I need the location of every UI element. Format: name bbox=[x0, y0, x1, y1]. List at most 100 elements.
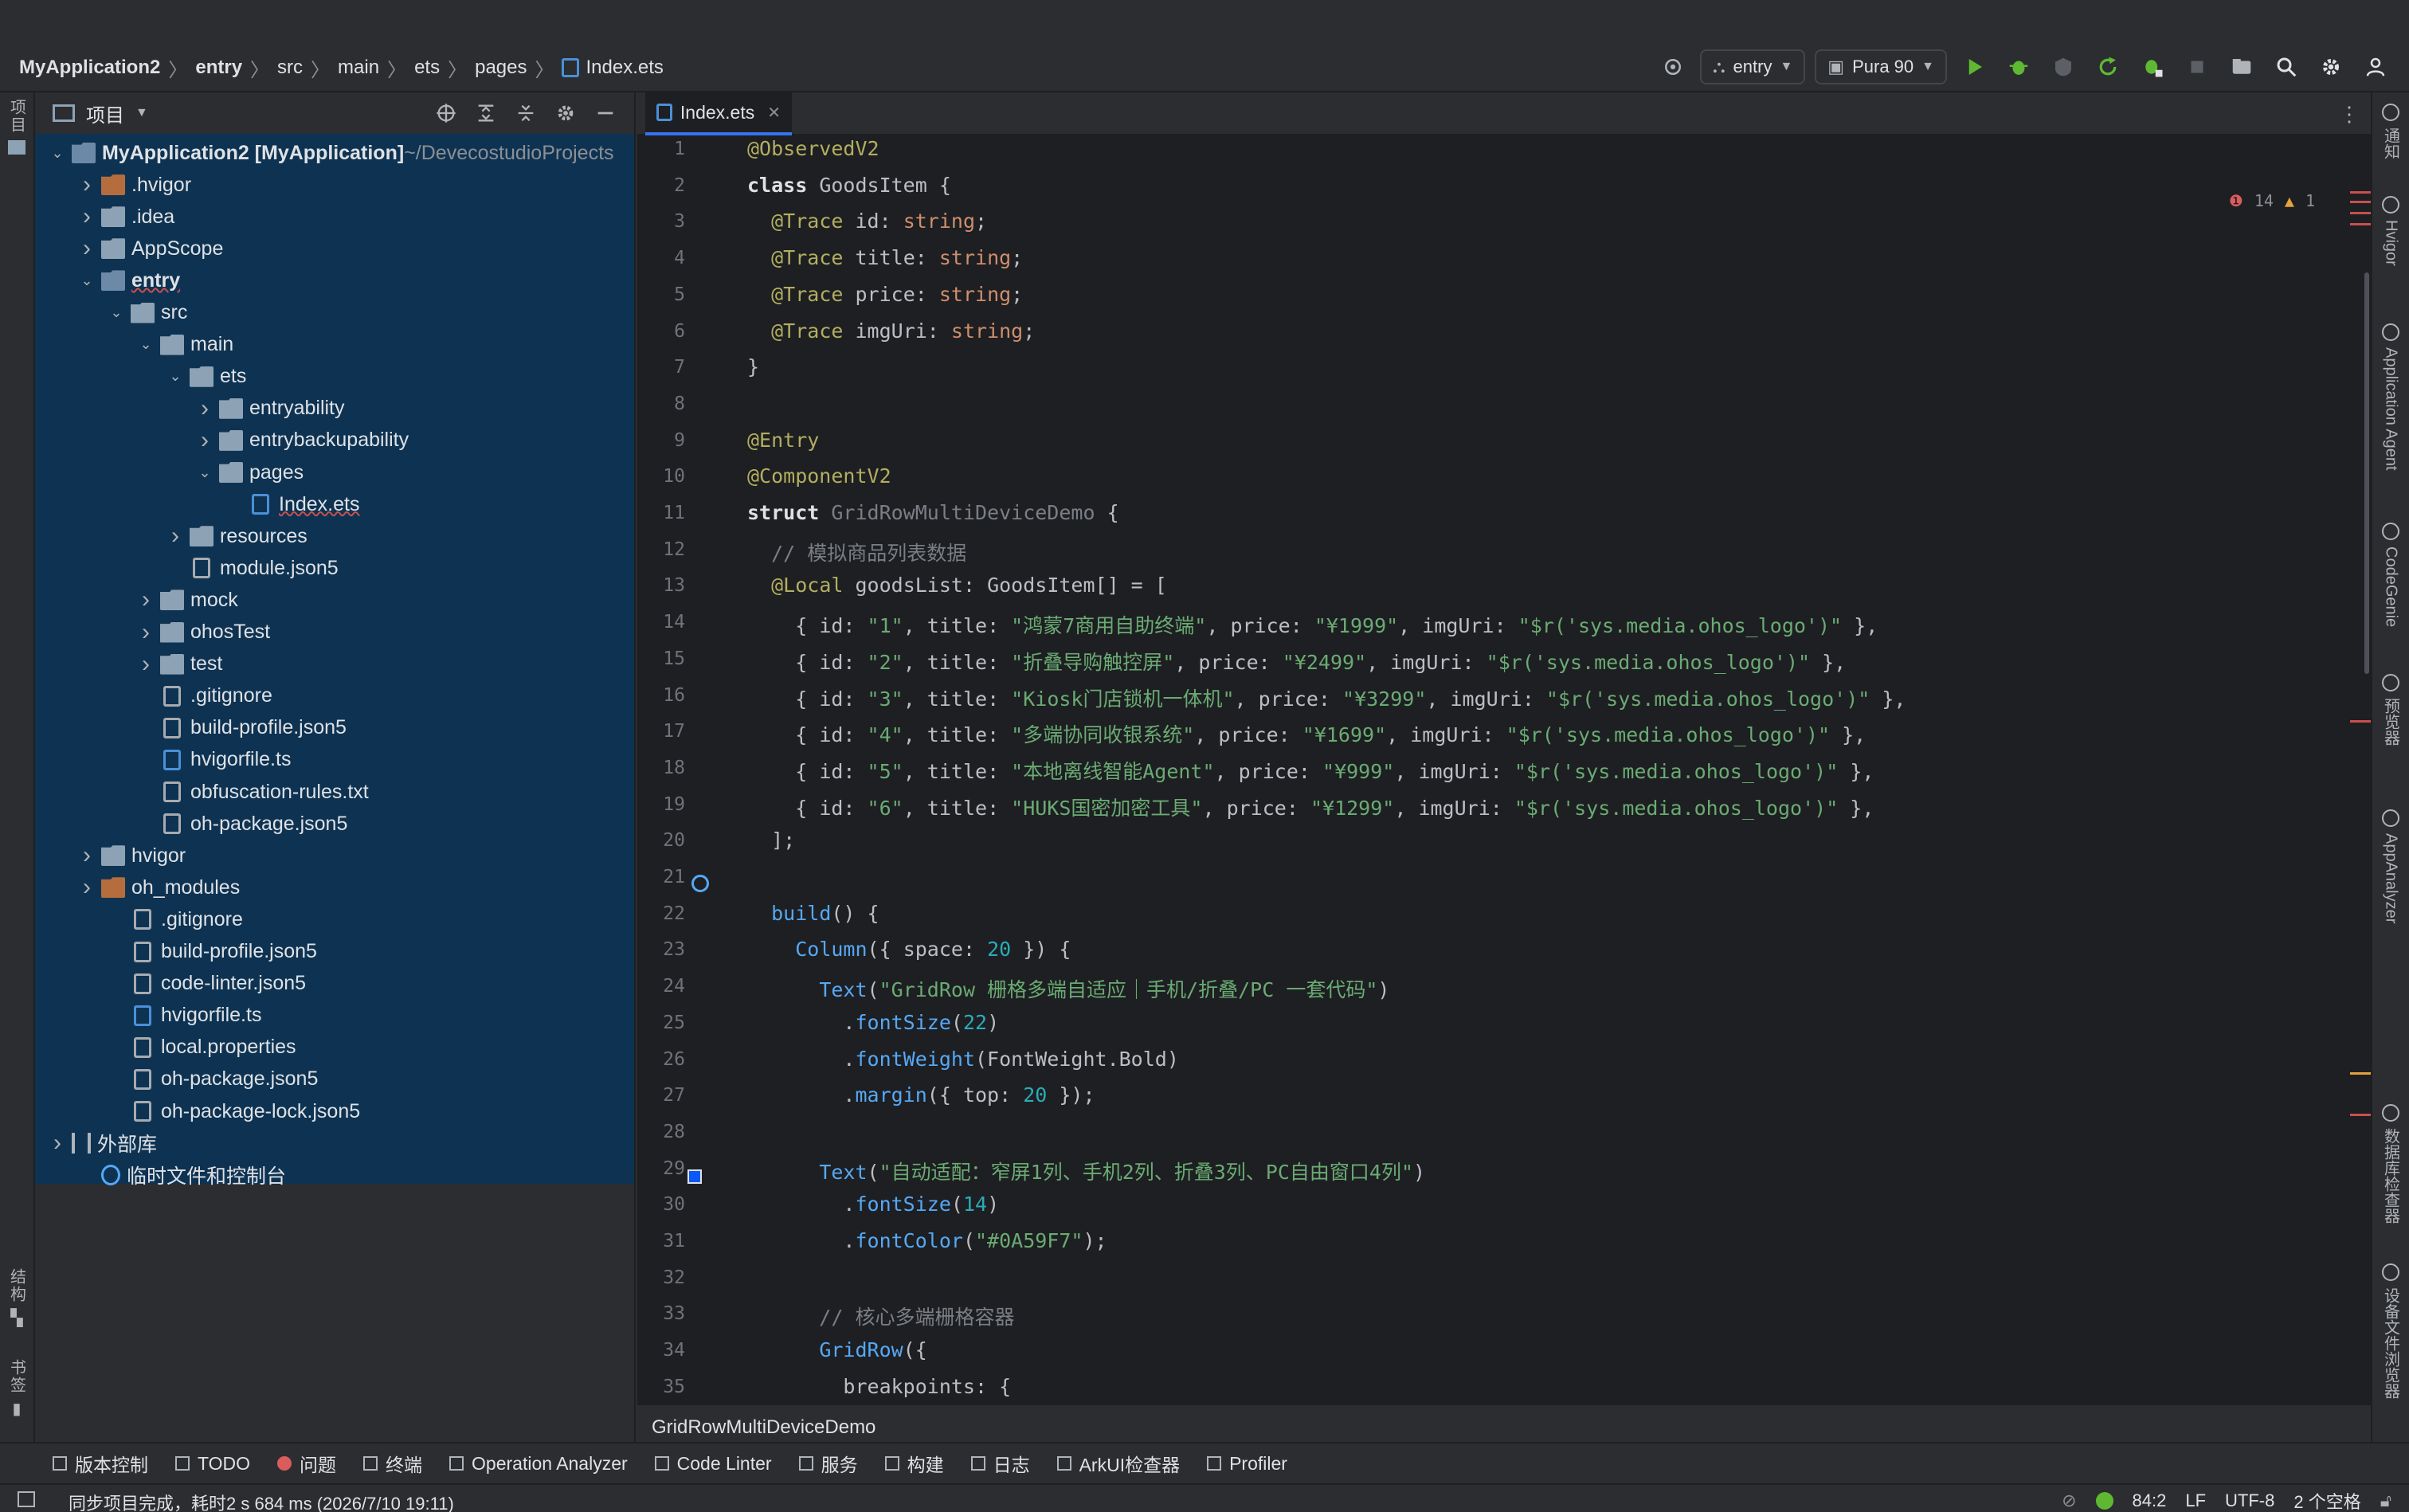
chevron-down-icon[interactable]: ▼ bbox=[135, 106, 148, 120]
tree-item[interactable]: ⌄ src bbox=[35, 297, 634, 329]
debug-button[interactable] bbox=[2001, 49, 2036, 84]
chevron-down-icon[interactable]: ⌄ bbox=[136, 336, 155, 353]
chevron-down-icon[interactable]: ⌄ bbox=[195, 464, 214, 481]
tree-item[interactable]: ⌄ pages bbox=[35, 456, 634, 488]
code-line[interactable]: @ComponentV2 bbox=[747, 464, 891, 488]
minimize-icon[interactable] bbox=[594, 102, 617, 124]
bottom-tool-button[interactable]: ArkUI检查器 bbox=[1056, 1450, 1180, 1477]
tree-item[interactable]: › hvigor bbox=[35, 840, 634, 872]
tree-item[interactable]: ⌄ ets bbox=[35, 361, 634, 393]
tree-item[interactable]: › oh_modules bbox=[35, 872, 634, 903]
breadcrumb-item[interactable]: src bbox=[277, 57, 303, 79]
code-line[interactable]: } bbox=[747, 355, 759, 378]
breadcrumb-item[interactable]: Index.ets bbox=[586, 57, 663, 79]
code-line[interactable]: .fontWeight(FontWeight.Bold) bbox=[747, 1048, 1179, 1071]
code-line[interactable]: build() { bbox=[747, 902, 879, 925]
chevron-down-icon[interactable]: ⌄ bbox=[77, 272, 96, 289]
tree-item[interactable]: ⌄ MyApplication2 [MyApplication] ~/Deveco… bbox=[35, 137, 634, 169]
bookmarks-tool-button[interactable]: 书签 ▮ bbox=[0, 1359, 33, 1419]
code-line[interactable]: Text("GridRow 栅格多端自适应｜手机/折叠/PC 一套代码") bbox=[747, 974, 1389, 1003]
chevron-right-icon[interactable]: › bbox=[77, 203, 96, 230]
tree-item[interactable]: 临时文件和控制台 bbox=[35, 1159, 634, 1191]
chevron-right-icon[interactable]: › bbox=[77, 874, 96, 901]
code-line[interactable]: @Local goodsList: GoodsItem[] = [ bbox=[747, 574, 1167, 597]
chevron-right-icon[interactable]: › bbox=[195, 427, 214, 454]
right-tool-button[interactable]: Hvigor bbox=[2372, 196, 2409, 266]
chevron-right-icon[interactable]: › bbox=[77, 235, 96, 262]
code-line[interactable]: @Trace imgUri: string; bbox=[747, 319, 1035, 343]
code-line[interactable]: { id: "3", title: "Kiosk门店锁机一体机", price:… bbox=[747, 684, 1906, 712]
layout-icon[interactable] bbox=[18, 1491, 35, 1507]
tree-item[interactable]: › .hvigor bbox=[35, 169, 634, 201]
tree-item[interactable]: hvigorfile.ts bbox=[35, 1000, 634, 1032]
tree-item[interactable]: build-profile.json5 bbox=[35, 936, 634, 968]
tree-item[interactable]: › AppScope bbox=[35, 233, 634, 264]
chevron-down-icon[interactable]: ⌄ bbox=[166, 368, 185, 385]
error-stripe[interactable] bbox=[2350, 720, 2371, 723]
code-line[interactable]: .fontSize(14) bbox=[747, 1193, 999, 1216]
attach-debugger-icon[interactable] bbox=[2135, 49, 2170, 84]
project-tool-button[interactable]: 项目 bbox=[0, 99, 33, 155]
tree-item[interactable]: .gitignore bbox=[35, 680, 634, 712]
apply-changes-icon[interactable] bbox=[2090, 49, 2125, 84]
line-separator[interactable]: LF bbox=[2185, 1490, 2206, 1511]
expand-all-icon[interactable] bbox=[475, 102, 497, 124]
target-icon[interactable] bbox=[1655, 49, 1690, 84]
tree-item[interactable]: › mock bbox=[35, 584, 634, 616]
run-button[interactable] bbox=[1957, 49, 1992, 84]
chevron-right-icon[interactable]: › bbox=[136, 619, 155, 646]
bottom-tool-button[interactable]: Operation Analyzer bbox=[449, 1453, 628, 1475]
tree-item[interactable]: module.json5 bbox=[35, 552, 634, 584]
error-stripe[interactable] bbox=[2350, 223, 2371, 225]
code-line[interactable]: { id: "1", title: "鸿蒙7商用自助终端", price: "¥… bbox=[747, 610, 1878, 639]
cursor-position[interactable]: 84:2 bbox=[2133, 1490, 2167, 1511]
code-line[interactable]: @Trace title: string; bbox=[747, 246, 1023, 269]
code-line[interactable]: class GoodsItem { bbox=[747, 174, 951, 197]
device-manager-icon[interactable] bbox=[2224, 49, 2259, 84]
code-line[interactable]: { id: "5", title: "本地离线智能Agent", price: … bbox=[747, 756, 1874, 785]
tree-item[interactable]: oh-package.json5 bbox=[35, 808, 634, 840]
right-tool-button[interactable]: CodeGenie bbox=[2372, 523, 2409, 627]
tree-item[interactable]: ⌄ main bbox=[35, 329, 634, 361]
tree-item[interactable]: code-linter.json5 bbox=[35, 968, 634, 1000]
bottom-tool-button[interactable]: TODO bbox=[175, 1453, 250, 1475]
error-stripe[interactable] bbox=[2350, 191, 2371, 194]
coverage-icon[interactable] bbox=[2046, 49, 2081, 84]
code-breadcrumb[interactable]: GridRowMultiDeviceDemo bbox=[637, 1404, 2371, 1442]
code-line[interactable]: ]; bbox=[747, 828, 795, 852]
scroll-thumb[interactable] bbox=[2364, 272, 2369, 674]
chevron-right-icon[interactable]: › bbox=[77, 842, 96, 869]
more-vertical-icon[interactable]: ⋮ bbox=[2339, 102, 2360, 127]
right-tool-button[interactable]: 通知 bbox=[2372, 104, 2409, 159]
tree-item[interactable]: local.properties bbox=[35, 1032, 634, 1063]
project-panel-title[interactable]: 项目 bbox=[86, 100, 124, 127]
locate-icon[interactable] bbox=[435, 102, 457, 124]
chevron-right-icon[interactable]: › bbox=[166, 523, 185, 550]
gear-icon[interactable] bbox=[2313, 49, 2348, 84]
no-vcs-icon[interactable]: ⊘ bbox=[2062, 1490, 2076, 1511]
code-line[interactable]: { id: "4", title: "多端协同收银系统", price: "¥1… bbox=[747, 719, 1866, 748]
lock-icon[interactable]: 🔓︎ bbox=[2380, 1490, 2391, 1511]
editor-tab[interactable]: Index.ets ✕ bbox=[645, 92, 792, 135]
code-line[interactable]: Text("自动适配：窄屏1列、手机2列、折叠3列、PC自由窗口4列") bbox=[747, 1157, 1425, 1185]
breadcrumb-item[interactable]: pages bbox=[475, 57, 527, 79]
code-line[interactable]: // 核心多端栅格容器 bbox=[747, 1302, 1014, 1330]
bottom-tool-button[interactable]: Profiler bbox=[1207, 1453, 1287, 1475]
code-line[interactable]: Column({ space: 20 }) { bbox=[747, 938, 1071, 961]
device-select[interactable]: ▣ Pura 90 ▼ bbox=[1815, 49, 1947, 84]
tree-item[interactable]: obfuscation-rules.txt bbox=[35, 776, 634, 808]
chevron-down-icon[interactable]: ⌄ bbox=[107, 304, 126, 321]
collapse-all-icon[interactable] bbox=[515, 102, 537, 124]
code-line[interactable]: { id: "2", title: "折叠导购触控屏", price: "¥24… bbox=[747, 647, 1846, 676]
status-message[interactable]: 同步项目完成，耗时2 s 684 ms (2026/7/10 19:11) bbox=[69, 1490, 454, 1512]
code-line[interactable]: { id: "6", title: "HUKS国密加密工具", price: "… bbox=[747, 793, 1874, 821]
code-line[interactable]: .margin({ top: 20 }); bbox=[747, 1083, 1095, 1107]
inspection-widget[interactable]: ❶ 14 ▲ 1 bbox=[2229, 191, 2315, 210]
close-icon[interactable]: ✕ bbox=[767, 103, 781, 123]
bottom-tool-button[interactable]: 终端 bbox=[363, 1450, 422, 1477]
right-tool-button[interactable]: Application Agent bbox=[2372, 323, 2409, 471]
warning-stripe[interactable] bbox=[2350, 1072, 2371, 1075]
tree-item[interactable]: hvigorfile.ts bbox=[35, 744, 634, 776]
code-line[interactable]: GridRow({ bbox=[747, 1338, 926, 1361]
scrollbar[interactable] bbox=[2345, 143, 2350, 1404]
